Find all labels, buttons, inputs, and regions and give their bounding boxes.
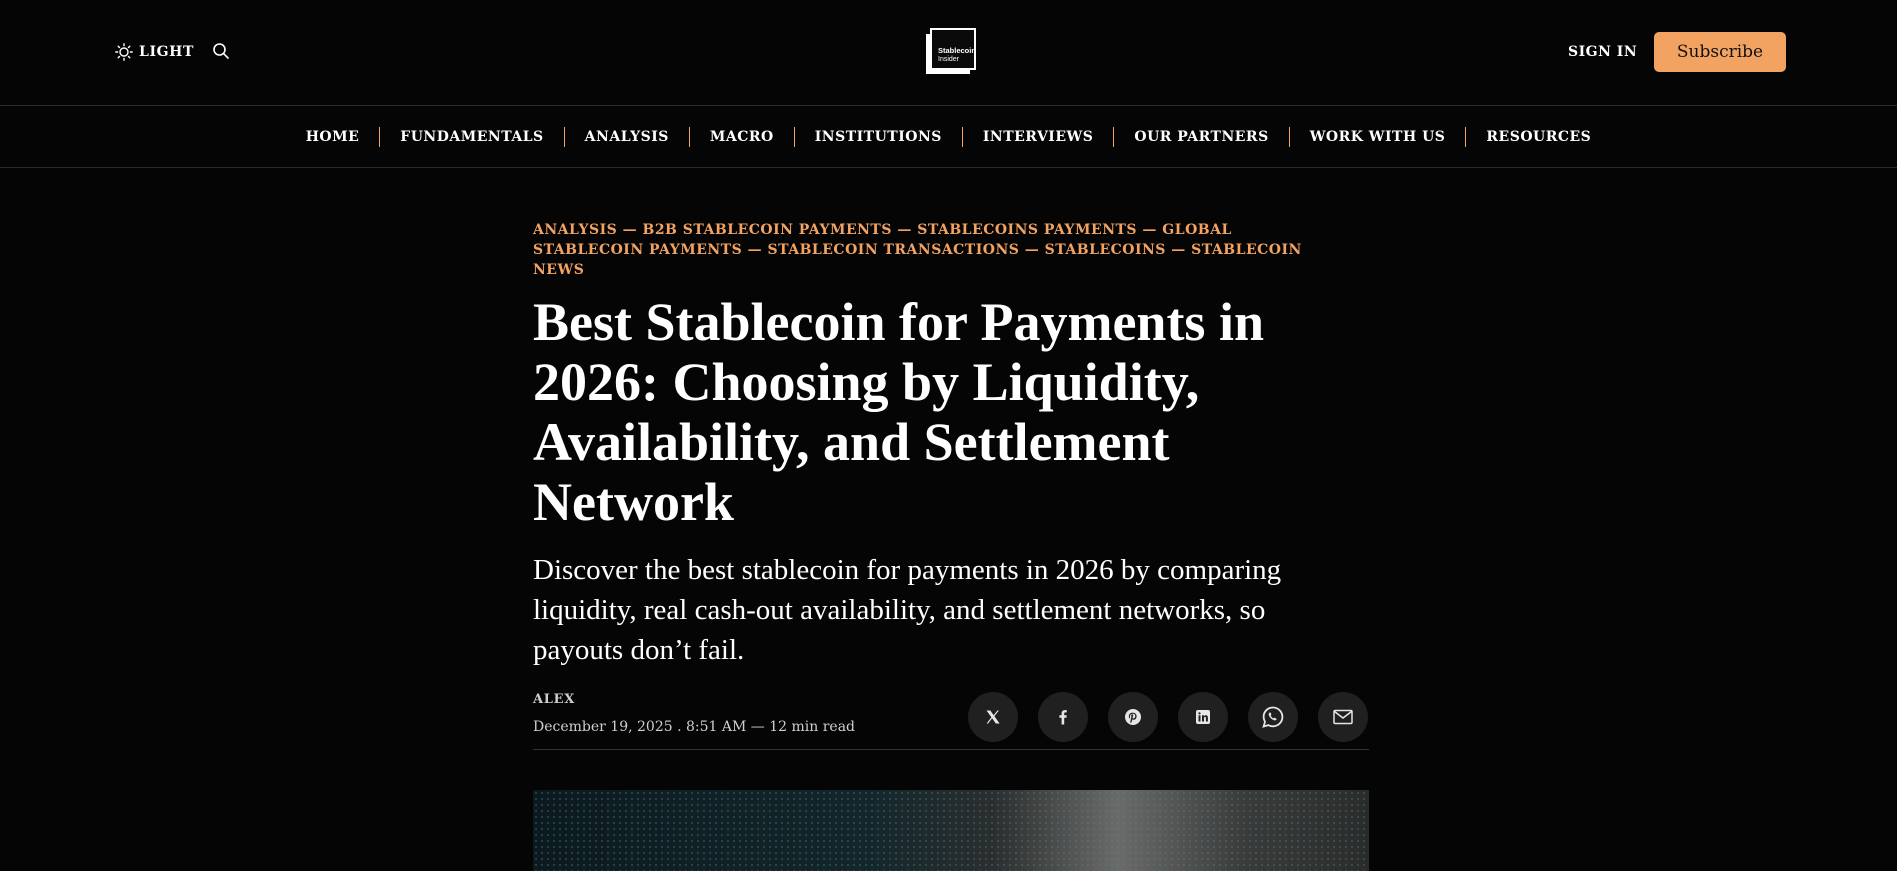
search-button[interactable] — [212, 42, 230, 64]
nav-item-resources[interactable]: RESOURCES — [1466, 129, 1611, 145]
nav-item-fundamentals[interactable]: FUNDAMENTALS — [380, 129, 563, 145]
nav-item-institutions[interactable]: INSTITUTIONS — [795, 129, 962, 145]
top-bar: LIGHT Stablecoin Insider SIGN IN Subscri… — [0, 0, 1897, 106]
article-title: Best Stablecoin for Payments in 2026: Ch… — [533, 292, 1264, 532]
tag-separator: — — [1171, 242, 1186, 258]
main-nav: HOME FUNDAMENTALS ANALYSIS MACRO INSTITU… — [0, 107, 1897, 168]
share-facebook-button[interactable] — [1038, 692, 1088, 742]
section-divider — [533, 749, 1369, 750]
svg-text:Stablecoin: Stablecoin — [938, 46, 976, 55]
tag-link[interactable]: B2B STABLECOIN PAYMENTS — [642, 222, 891, 238]
tag-link[interactable]: ANALYSIS — [533, 222, 617, 238]
svg-text:Insider: Insider — [938, 56, 960, 63]
nav-item-interviews[interactable]: INTERVIEWS — [963, 129, 1114, 145]
share-x-button[interactable] — [968, 692, 1018, 742]
nav-item-macro[interactable]: MACRO — [690, 129, 794, 145]
share-linkedin-button[interactable] — [1178, 692, 1228, 742]
article-header: ANALYSIS — B2B STABLECOIN PAYMENTS — STA… — [533, 220, 1369, 772]
sun-icon — [115, 43, 133, 61]
email-icon — [1333, 709, 1353, 725]
tag-separator: — — [747, 242, 763, 258]
tag-separator: — — [1024, 242, 1040, 258]
tag-link[interactable]: STABLECOINS PAYMENTS — [917, 222, 1137, 238]
pinterest-icon — [1125, 709, 1141, 725]
tag-separator: — — [1142, 222, 1157, 238]
subscribe-button[interactable]: Subscribe — [1654, 32, 1786, 72]
nav-item-home[interactable]: HOME — [286, 129, 380, 145]
x-icon — [986, 710, 1000, 724]
share-pinterest-button[interactable] — [1108, 692, 1158, 742]
nav-item-work-with-us[interactable]: WORK WITH US — [1290, 129, 1466, 145]
article-tags: ANALYSIS — B2B STABLECOIN PAYMENTS — STA… — [533, 220, 1333, 280]
share-email-button[interactable] — [1318, 692, 1368, 742]
share-buttons — [968, 692, 1368, 742]
theme-toggle-label: LIGHT — [139, 44, 194, 60]
tag-link[interactable]: STABLECOIN TRANSACTIONS — [767, 242, 1019, 258]
hero-image — [533, 790, 1369, 871]
article-meta: ALEX December 19, 2025 . 8:51 AM — 12 mi… — [533, 692, 1369, 772]
tag-separator: — — [897, 222, 912, 238]
tag-link[interactable]: STABLECOINS — [1045, 242, 1166, 258]
whatsapp-icon — [1262, 706, 1284, 728]
linkedin-icon — [1196, 710, 1210, 724]
tag-separator: — — [622, 222, 638, 238]
nav-item-our-partners[interactable]: OUR PARTNERS — [1114, 129, 1288, 145]
article-dek: Discover the best stablecoin for payment… — [533, 554, 1282, 666]
theme-toggle[interactable]: LIGHT — [115, 43, 194, 61]
search-icon — [213, 43, 229, 59]
sign-in-link[interactable]: SIGN IN — [1568, 44, 1637, 60]
share-whatsapp-button[interactable] — [1248, 692, 1298, 742]
site-logo[interactable]: Stablecoin Insider — [924, 28, 977, 76]
facebook-icon — [1059, 710, 1067, 725]
nav-item-analysis[interactable]: ANALYSIS — [565, 129, 689, 145]
